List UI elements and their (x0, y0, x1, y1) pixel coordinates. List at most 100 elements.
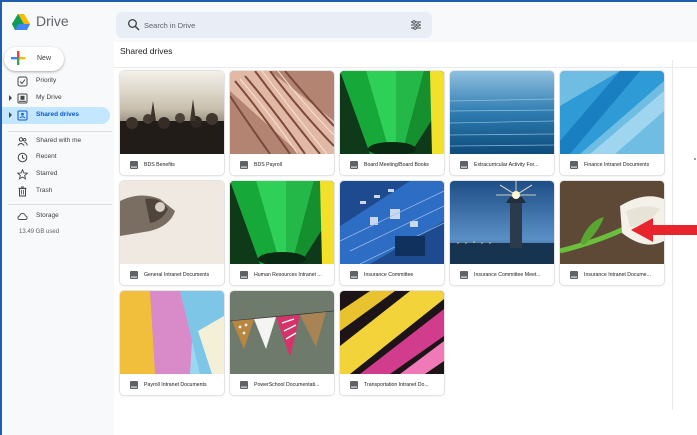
drive-card-footer: Finance Intranet Documents (560, 154, 664, 175)
trash-icon (18, 186, 27, 197)
drive-card-insurance-committee[interactable]: Insurance Committee (340, 181, 444, 285)
drive-thumbnail (120, 291, 224, 374)
shared-drive-icon (240, 161, 248, 169)
sidebar-item-label: Recent (36, 153, 57, 160)
drive-thumbnail (230, 71, 334, 154)
drive-thumbnail (450, 181, 554, 264)
sidebar-item-label: Shared drives (36, 111, 79, 118)
drive-card-footer: General Intranet Documents (120, 264, 224, 285)
drive-name: Board Meeting/Board Books (364, 162, 429, 168)
sidebar-item-label: Trash (36, 187, 53, 194)
drive-card-bds-benefits[interactable]: BDS Benefits (120, 71, 224, 175)
drive-card-footer: Insurance Committee (340, 264, 444, 285)
sidebar-item-trash[interactable]: Trash (2, 183, 114, 200)
drive-name: Human Resources Intranet ... (254, 272, 322, 278)
sidebar-item-starred[interactable]: Starred (2, 166, 114, 183)
drive-logo-icon[interactable] (12, 14, 30, 30)
drive-card-transportation[interactable]: Transportation Intranet Do... (340, 291, 444, 395)
sidebar-item-shared-drives[interactable]: Shared drives (2, 107, 110, 124)
shared-drive-icon (570, 271, 578, 279)
drive-card-footer: Transportation Intranet Do... (340, 374, 444, 395)
sidebar-item-shared-with-me[interactable]: Shared with me (2, 133, 114, 150)
drive-name: Insurance Committee Meet... (474, 272, 541, 278)
drive-card-bds-payroll[interactable]: BDS Payroll (230, 71, 334, 175)
drive-thumbnail (230, 291, 334, 374)
people-icon (17, 137, 28, 146)
sidebar-item-label: Shared with me (36, 137, 82, 144)
storage-usage-text: 13.49 GB used (19, 229, 60, 235)
star-icon (17, 169, 28, 180)
drive-card-footer: Insurance Committee Meet... (450, 264, 554, 285)
drive-card-footer: Board Meeting/Board Books (340, 154, 444, 175)
page-title: Shared drives (120, 46, 173, 56)
drive-card-footer: Insurance Intranet Docume... (560, 264, 664, 285)
sidebar-item-recent[interactable]: Recent (2, 149, 114, 166)
title-divider (114, 67, 697, 68)
drive-card-powerschool[interactable]: PowerSchool Documentati... (230, 291, 334, 395)
shared-drive-icon (350, 271, 358, 279)
drive-name: PowerSchool Documentati... (254, 382, 320, 388)
drive-name: Insurance Intranet Docume... (584, 272, 651, 278)
expand-caret-icon[interactable] (9, 112, 12, 118)
search-options-icon[interactable] (410, 19, 422, 31)
sidebar-item-label: Storage (36, 212, 59, 219)
drive-card-general-intranet[interactable]: General Intranet Documents (120, 181, 224, 285)
top-bar: Drive (2, 2, 697, 42)
shared-drive-icon (460, 161, 468, 169)
drive-name: BDS Payroll (254, 162, 282, 168)
drive-card-footer: Human Resources Intranet ... (230, 264, 334, 285)
shared-drive-icon (240, 381, 248, 389)
sidebar-item-priority[interactable]: Priority (2, 73, 114, 90)
drive-card-board-meeting[interactable]: Board Meeting/Board Books (340, 71, 444, 175)
drive-thumbnail (340, 181, 444, 264)
cloud-icon (17, 212, 28, 220)
search-icon[interactable] (127, 18, 141, 32)
drive-card-footer: PowerSchool Documentati... (230, 374, 334, 395)
sidebar-item-label: My Drive (36, 94, 62, 101)
shared-drive-icon (130, 161, 138, 169)
details-panel-marker (694, 158, 696, 160)
shared-drive-icon (130, 271, 138, 279)
drive-card-footer: BDS Payroll (230, 154, 334, 175)
search-input[interactable] (144, 16, 384, 34)
shared-drives-icon (17, 110, 28, 121)
drive-thumbnail (560, 71, 664, 154)
sidebar-item-storage[interactable]: Storage (2, 208, 114, 225)
drive-thumbnail (340, 291, 444, 374)
shared-drive-icon (350, 161, 358, 169)
sidebar-divider (8, 204, 112, 205)
expand-caret-icon[interactable] (9, 95, 12, 101)
shared-drive-icon (130, 381, 138, 389)
drive-card-payroll-intranet[interactable]: Payroll Intranet Documents (120, 291, 224, 395)
app-name[interactable]: Drive (36, 13, 69, 29)
drive-card-extracurricular[interactable]: Extracurricular Activity For... (450, 71, 554, 175)
plus-icon (11, 51, 26, 65)
sidebar-item-label: Priority (36, 77, 57, 84)
drive-card-footer: Payroll Intranet Documents (120, 374, 224, 395)
drive-thumbnail (120, 71, 224, 154)
drive-name: Finance Intranet Documents (584, 162, 650, 168)
sidebar-item-my-drive[interactable]: My Drive (2, 90, 114, 107)
shared-drive-icon (460, 271, 468, 279)
shared-drive-icon (240, 271, 248, 279)
drive-card-footer: BDS Benefits (120, 154, 224, 175)
drive-name: General Intranet Documents (144, 272, 210, 278)
clock-icon (17, 152, 28, 163)
drive-name: BDS Benefits (144, 162, 175, 168)
drive-thumbnail (340, 71, 444, 154)
drive-name: Extracurricular Activity For... (474, 162, 539, 168)
drive-card-human-resources[interactable]: Human Resources Intranet ... (230, 181, 334, 285)
main-content: Shared drives BDS Benefits BDS Payroll B… (114, 42, 697, 435)
drive-card-finance[interactable]: Finance Intranet Documents (560, 71, 664, 175)
drive-thumbnail (120, 181, 224, 264)
check-circle-icon (17, 76, 28, 87)
sidebar: New Priority My Drive Shared drives Shar… (2, 42, 114, 435)
drive-card-insurance-committee-meet[interactable]: Insurance Committee Meet... (450, 181, 554, 285)
drive-name: Insurance Committee (364, 272, 414, 278)
new-button[interactable]: New (4, 47, 64, 71)
search-bar[interactable] (116, 12, 432, 38)
shared-drive-icon (350, 381, 358, 389)
my-drive-icon (17, 93, 28, 104)
sidebar-item-label: Starred (36, 170, 58, 177)
shared-drive-icon (570, 161, 578, 169)
